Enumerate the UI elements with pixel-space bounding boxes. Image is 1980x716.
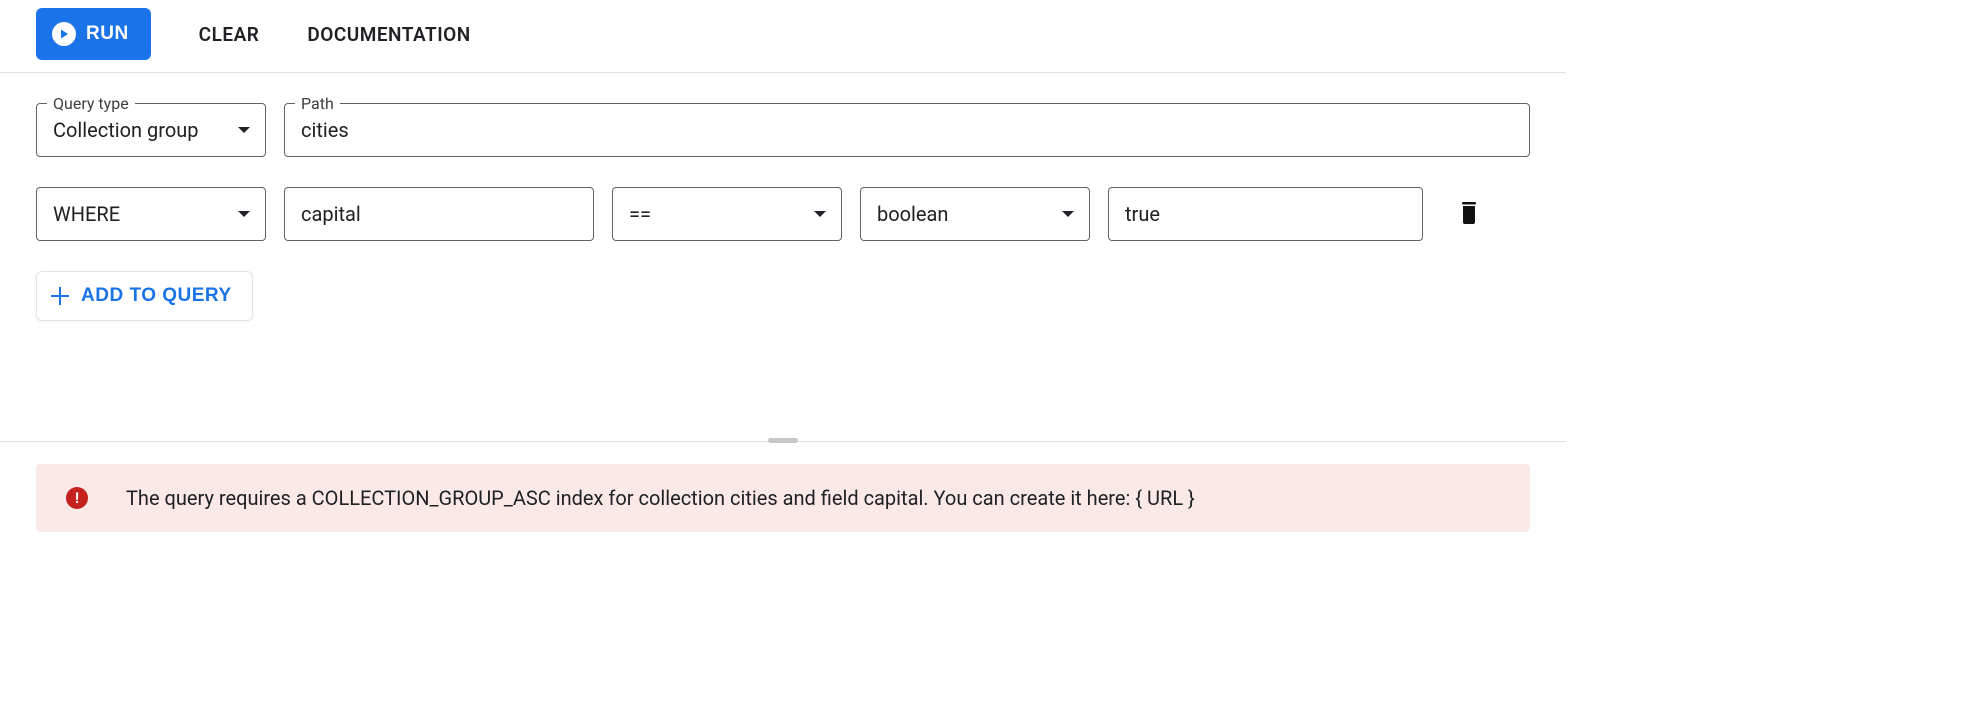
chevron-down-icon [237, 210, 251, 218]
query-type-label: Query type [47, 94, 135, 113]
operator-value: == [629, 202, 651, 226]
run-button[interactable]: RUN [36, 8, 151, 60]
value-input[interactable]: true [1108, 187, 1423, 241]
field-name-input[interactable]: capital [284, 187, 594, 241]
error-banner: ! The query requires a COLLECTION_GROUP_… [36, 464, 1530, 532]
documentation-link[interactable]: DOCUMENTATION [307, 23, 470, 46]
query-type-select[interactable]: Query type Collection group [36, 103, 266, 157]
clause-type-value: WHERE [53, 202, 120, 226]
clear-button[interactable]: CLEAR [199, 23, 260, 46]
run-button-label: RUN [86, 23, 129, 45]
path-label: Path [295, 94, 340, 113]
value-type-value: boolean [877, 202, 948, 226]
chevron-down-icon [237, 126, 251, 134]
add-to-query-label: ADD TO QUERY [81, 285, 232, 307]
value-type-select[interactable]: boolean [860, 187, 1090, 241]
operator-select[interactable]: == [612, 187, 842, 241]
trash-icon [1459, 212, 1479, 227]
chevron-down-icon [1061, 210, 1075, 218]
drag-handle[interactable] [768, 438, 798, 443]
path-value: cities [301, 118, 349, 142]
toolbar: RUN CLEAR DOCUMENTATION [0, 0, 1566, 73]
plus-icon [51, 287, 69, 305]
chevron-down-icon [813, 210, 827, 218]
query-type-value: Collection group [53, 118, 199, 142]
path-input[interactable]: Path cities [284, 103, 1530, 157]
value-text: true [1125, 202, 1160, 226]
play-icon [52, 22, 76, 46]
delete-clause-button[interactable] [1451, 194, 1487, 235]
field-name-value: capital [301, 202, 361, 226]
error-icon: ! [66, 487, 88, 509]
clause-type-select[interactable]: WHERE [36, 187, 266, 241]
add-to-query-button[interactable]: ADD TO QUERY [36, 271, 253, 321]
resize-divider [0, 441, 1566, 442]
query-builder: Query type Collection group Path cities … [0, 73, 1566, 361]
error-message: The query requires a COLLECTION_GROUP_AS… [126, 486, 1195, 510]
